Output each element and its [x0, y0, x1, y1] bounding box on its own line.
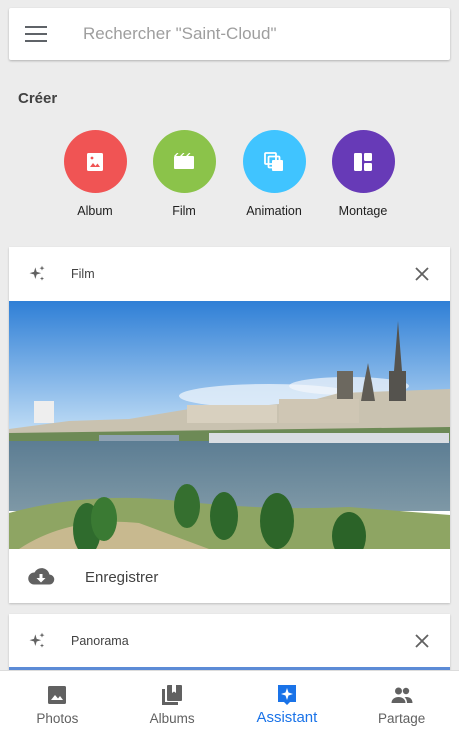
assistant-card-panorama: Panorama [9, 614, 450, 670]
nav-label: Photos [36, 711, 79, 726]
people-icon [391, 687, 413, 703]
create-album-label: Album [77, 204, 113, 218]
card-title: Panorama [71, 634, 129, 648]
sparkle-icon [29, 632, 45, 648]
photo-icon [48, 686, 67, 704]
menu-icon[interactable] [25, 26, 47, 42]
create-options: Album Film Animation Montage [0, 130, 459, 230]
card-header: Film [9, 247, 450, 301]
nav-item-photos[interactable]: Photos [0, 671, 115, 736]
card-header: Panorama [9, 614, 450, 668]
albums-icon [162, 685, 183, 705]
nav-label: Assistant [256, 709, 318, 726]
assistant-icon [277, 685, 296, 705]
nav-item-albums[interactable]: Albums [115, 671, 230, 736]
assistant-card-film: Film Enregistrer [9, 247, 450, 603]
create-film-label: Film [172, 204, 196, 218]
nav-label: Albums [149, 711, 195, 726]
movie-icon [152, 130, 216, 193]
sparkle-icon [29, 265, 45, 281]
create-album-button[interactable]: Album [55, 130, 135, 218]
bottom-navigation: Photos Albums Assistant Partage [0, 670, 459, 736]
card-title: Film [71, 267, 95, 281]
save-label: Enregistrer [85, 568, 159, 586]
nav-label: Partage [377, 711, 426, 726]
animation-icon [242, 130, 306, 193]
nav-item-partage[interactable]: Partage [344, 671, 459, 736]
save-action[interactable]: Enregistrer [9, 549, 450, 605]
cloud-download-icon [28, 568, 55, 585]
create-montage-label: Montage [338, 204, 388, 218]
close-icon[interactable] [414, 633, 430, 649]
create-film-button[interactable]: Film [144, 130, 224, 218]
photo-album-icon [63, 130, 127, 193]
search-bar[interactable] [9, 8, 450, 60]
create-montage-button[interactable]: Montage [323, 130, 403, 218]
search-input[interactable] [81, 23, 425, 45]
create-section-title: Créer [18, 90, 58, 107]
nav-item-assistant[interactable]: Assistant [230, 671, 345, 736]
create-animation-button[interactable]: Animation [234, 130, 314, 218]
create-animation-label: Animation [246, 204, 302, 218]
collage-icon [331, 130, 395, 193]
film-preview-image[interactable] [9, 301, 450, 549]
close-icon[interactable] [414, 266, 430, 282]
